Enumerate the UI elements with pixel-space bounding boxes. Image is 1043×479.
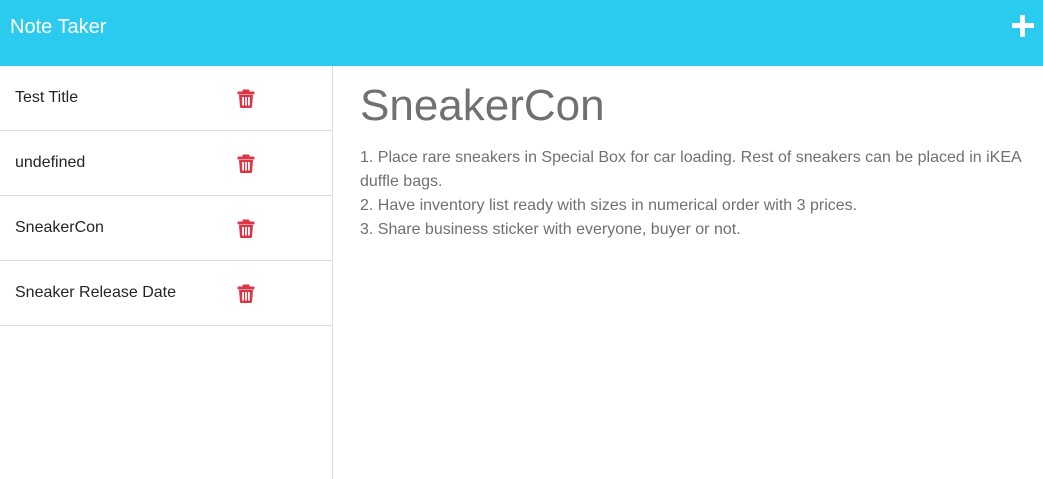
- list-item[interactable]: undefined: [0, 131, 332, 196]
- trash-icon: [237, 284, 255, 303]
- delete-note-button[interactable]: [237, 154, 255, 173]
- app-title[interactable]: Note Taker: [10, 17, 106, 37]
- note-title-display[interactable]: SneakerCon: [360, 81, 605, 131]
- trash-icon: [237, 89, 255, 108]
- note-text-display[interactable]: 1. Place rare sneakers in Special Box fo…: [360, 146, 1030, 242]
- note-title: undefined: [15, 154, 86, 171]
- list-item[interactable]: Test Title: [0, 66, 332, 131]
- navbar: Note Taker: [0, 0, 1043, 66]
- delete-note-button[interactable]: [237, 89, 255, 108]
- new-note-button[interactable]: [1011, 14, 1035, 38]
- note-title: Test Title: [15, 89, 79, 106]
- trash-icon: [237, 219, 255, 238]
- note-list: Test Title undefined SneakerCon Sneaker …: [0, 66, 332, 326]
- delete-note-button[interactable]: [237, 284, 255, 303]
- list-item[interactable]: SneakerCon: [0, 196, 332, 261]
- note-title: Sneaker Release Date: [15, 284, 176, 301]
- note-editor: SneakerCon 1. Place rare sneakers in Spe…: [334, 66, 1043, 479]
- notes-sidebar: Test Title undefined SneakerCon Sneaker …: [0, 66, 333, 479]
- trash-icon: [237, 154, 255, 173]
- note-title: SneakerCon: [15, 219, 104, 236]
- delete-note-button[interactable]: [237, 219, 255, 238]
- list-item[interactable]: Sneaker Release Date: [0, 261, 332, 326]
